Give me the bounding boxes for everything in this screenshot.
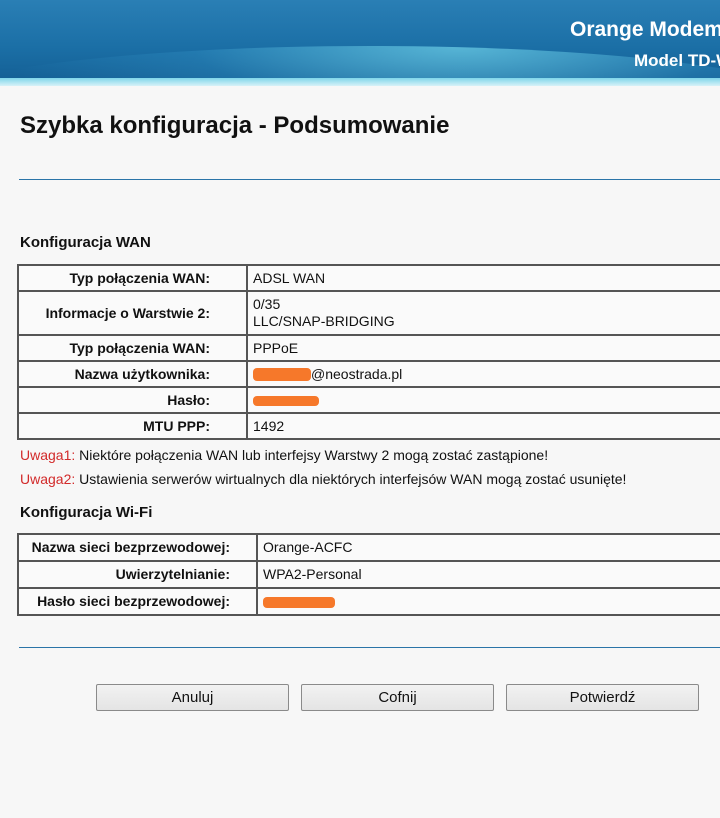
model-label: Model TD-W [634,51,720,70]
row-label: Uwierzytelnianie: [17,560,258,589]
row-value: 1492 [246,412,720,440]
page-title: Szybka konfiguracja - Podsumowanie [20,112,450,139]
table-row: Nazwa użytkownika: @neostrada.pl [17,360,720,388]
wifi-section-title: Konfiguracja Wi-Fi [20,504,153,521]
row-label: Nazwa użytkownika: [17,360,248,388]
brand-title: Orange Modem [570,18,720,41]
header-banner: Orange Modem Model TD-W [0,0,720,86]
cancel-button[interactable]: Anuluj [96,684,289,711]
row-value [256,587,720,616]
table-row: Typ połączenia WAN: PPPoE [17,334,720,362]
encapsulation-value: LLC/SNAP-BRIDGING [253,313,395,329]
row-value: Orange-ACFC [256,533,720,562]
warning-note-1: Uwaga1: Niektóre połączenia WAN lub inte… [20,447,548,463]
table-row: Hasło: [17,386,720,414]
row-label: Nazwa sieci bezprzewodowej: [17,533,258,562]
table-row: Typ połączenia WAN: ADSL WAN [17,264,720,292]
redaction-mark [263,596,335,608]
warning-note-2: Uwaga2: Ustawienia serwerów wirtualnych … [20,471,626,487]
confirm-button[interactable]: Potwierdź [506,684,699,711]
wan-section-title: Konfiguracja WAN [20,234,151,251]
row-value: PPPoE [246,334,720,362]
row-label: MTU PPP: [17,412,248,440]
row-label: Hasło: [17,386,248,414]
row-label: Typ połączenia WAN: [17,264,248,292]
row-value: WPA2-Personal [256,560,720,589]
table-row: MTU PPP: 1492 [17,412,720,440]
table-row: Hasło sieci bezprzewodowej: [17,587,720,616]
vpi-vci-value: 0/35 [253,296,281,312]
back-button[interactable]: Cofnij [301,684,494,711]
redaction-mark [253,395,319,406]
warning-tag: Uwaga2: [20,471,76,487]
header-strip [0,78,720,86]
row-value: ADSL WAN [246,264,720,292]
warning-tag: Uwaga1: [20,447,76,463]
table-row: Uwierzytelnianie: WPA2-Personal [17,560,720,589]
wifi-summary-table: Nazwa sieci bezprzewodowej: Orange-ACFC … [17,533,720,616]
redaction-mark [253,368,311,382]
warning-text: Ustawienia serwerów wirtualnych dla niek… [75,471,627,487]
warning-text: Niektóre połączenia WAN lub interfejsy W… [75,447,549,463]
row-label: Informacje o Warstwie 2: [17,290,248,336]
wan-summary-table: Typ połączenia WAN: ADSL WAN Informacje … [17,264,720,440]
username-suffix: @neostrada.pl [311,365,403,382]
row-value: @neostrada.pl [246,360,720,388]
row-value: 0/35 LLC/SNAP-BRIDGING [246,290,720,336]
row-label: Hasło sieci bezprzewodowej: [17,587,258,616]
divider-top [19,179,720,180]
divider-bottom [19,647,720,648]
row-label: Typ połączenia WAN: [17,334,248,362]
row-value [246,386,720,414]
table-row: Informacje o Warstwie 2: 0/35 LLC/SNAP-B… [17,290,720,336]
table-row: Nazwa sieci bezprzewodowej: Orange-ACFC [17,533,720,562]
